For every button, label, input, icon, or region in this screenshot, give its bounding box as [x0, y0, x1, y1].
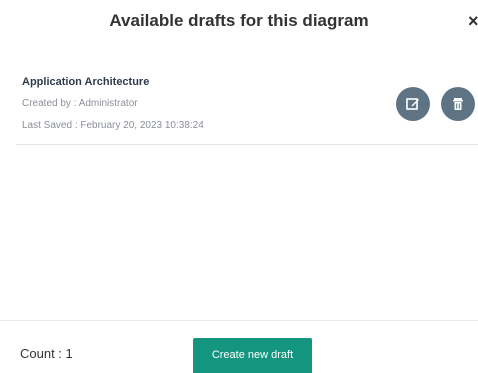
draft-created-by: Created by : Administrator	[22, 98, 138, 109]
draft-last-saved: Last Saved : February 20, 2023 10:38:24	[22, 120, 204, 131]
edit-draft-button[interactable]	[396, 87, 430, 121]
draft-title: Application Architecture	[22, 76, 150, 88]
edit-icon	[406, 98, 419, 110]
draft-count: Count : 1	[20, 346, 73, 361]
trash-icon	[453, 98, 463, 110]
footer-divider	[0, 320, 478, 321]
create-new-draft-button[interactable]: Create new draft	[193, 338, 312, 373]
drafts-dialog: Available drafts for this diagram × Appl…	[0, 0, 478, 373]
delete-draft-button[interactable]	[441, 87, 475, 121]
draft-list-item[interactable]: Application Architecture Created by : Ad…	[16, 62, 478, 145]
dialog-header: Available drafts for this diagram ×	[0, 0, 478, 44]
close-icon[interactable]: ×	[468, 10, 478, 32]
dialog-title: Available drafts for this diagram	[109, 11, 369, 30]
